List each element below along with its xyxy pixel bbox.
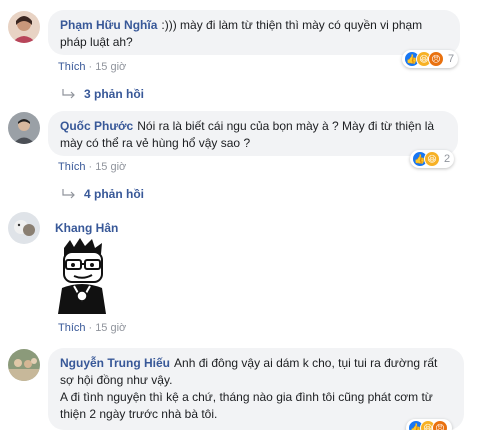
comment-text: A đi tình nguyện thì kệ a chứ, tháng nào…	[60, 390, 433, 421]
comment-author[interactable]: Nguyễn Trung Hiếu	[60, 356, 170, 370]
comment-meta: Thích · 15 giờ	[58, 161, 126, 173]
comment-author[interactable]: Quốc Phước	[60, 119, 133, 133]
comment-time[interactable]: 15 giờ	[95, 161, 126, 173]
like-link[interactable]: Thích	[58, 322, 86, 334]
separator-dot: ·	[88, 61, 93, 73]
avatar[interactable]	[8, 212, 40, 244]
view-replies-link[interactable]: 4 phản hồi	[62, 187, 144, 201]
like-link[interactable]: Thích	[58, 61, 86, 73]
replies-label: 3 phản hồi	[84, 87, 144, 101]
comment-author[interactable]: Khang Hân	[55, 221, 118, 235]
comment-meta: Thích · 15 giờ	[58, 322, 126, 334]
view-replies-link[interactable]: 3 phản hồi	[62, 87, 144, 101]
separator-dot: ·	[88, 161, 93, 173]
comment-time[interactable]: 15 giờ	[95, 322, 126, 334]
separator-dot: ·	[88, 322, 93, 334]
comment-bubble: Quốc Phước Nói ra là biết cái ngu của bọn…	[48, 111, 458, 156]
comment-bubble: Nguyễn Trung Hiếu Anh đi đông vậy ai dám …	[48, 348, 464, 430]
comment-paragraph: Nguyễn Trung Hiếu Anh đi đông vậy ai dám …	[60, 355, 452, 389]
avatar[interactable]	[8, 11, 40, 43]
avatar[interactable]	[8, 112, 40, 144]
comment-bubble: Phạm Hữu Nghĩa:))) mày đi làm từ thiện t…	[48, 10, 460, 55]
reaction-count: 7	[448, 53, 455, 65]
reply-arrow-icon	[62, 189, 75, 199]
angry-reaction-icon: 😠	[432, 420, 448, 430]
reaction-count: 2	[444, 153, 451, 165]
reply-arrow-icon	[62, 89, 75, 99]
replies-label: 4 phản hồi	[84, 187, 144, 201]
meme-sticker-image	[52, 238, 112, 314]
reaction-summary[interactable]: 👍 😆 2	[410, 150, 455, 168]
reaction-summary[interactable]: 👍 😆 😠	[406, 419, 452, 430]
like-link[interactable]: Thích	[58, 161, 86, 173]
avatar[interactable]	[8, 349, 40, 381]
comment-time[interactable]: 15 giờ	[95, 61, 126, 73]
comment-meta: Thích · 15 giờ	[58, 61, 126, 73]
comment-author[interactable]: Phạm Hữu Nghĩa	[60, 18, 157, 32]
haha-reaction-icon: 😆	[424, 151, 440, 167]
angry-reaction-icon: 😠	[428, 51, 444, 67]
reaction-summary[interactable]: 👍 😆 😠 7	[402, 50, 459, 68]
